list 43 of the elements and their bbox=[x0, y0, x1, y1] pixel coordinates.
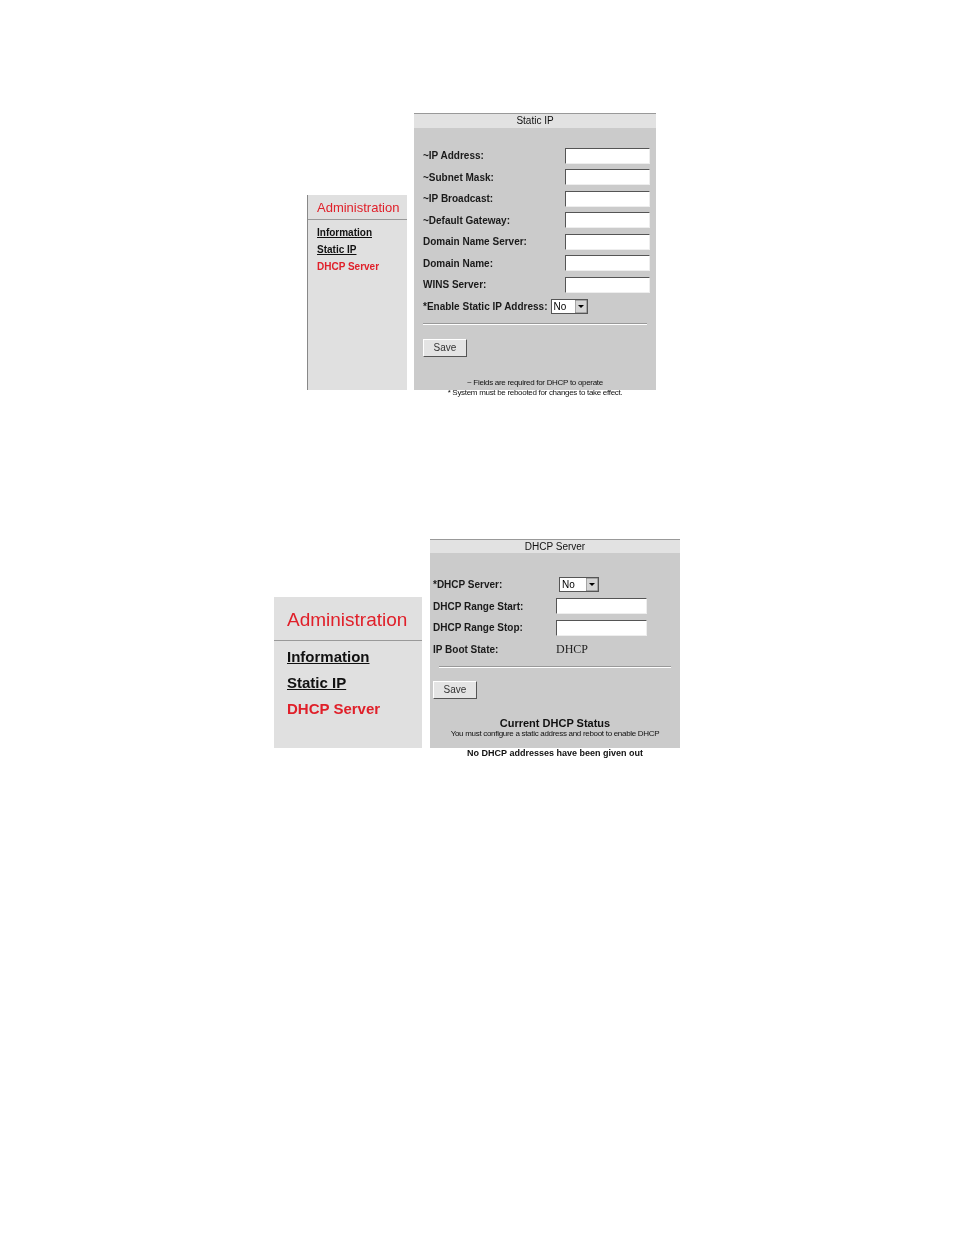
field-label: DHCP Range Stop: bbox=[433, 621, 524, 636]
sidebar-link[interactable]: Static IP bbox=[274, 670, 422, 696]
field-label: IP Boot State: bbox=[433, 642, 500, 657]
field-label: ~Subnet Mask: bbox=[423, 170, 495, 185]
note-text: No DHCP addresses have been given out bbox=[467, 748, 643, 759]
text-field[interactable] bbox=[565, 276, 650, 293]
status-heading: Current DHCP Status bbox=[499, 717, 611, 729]
text-field[interactable] bbox=[565, 190, 650, 207]
sidebar-link[interactable]: Information bbox=[308, 224, 407, 241]
field-label: ~IP Broadcast: bbox=[423, 192, 495, 207]
dropdown-arrow-icon[interactable] bbox=[586, 578, 598, 592]
field-label: Domain Name: bbox=[423, 256, 494, 271]
dropdown[interactable]: No bbox=[559, 577, 599, 593]
save-button[interactable]: Save bbox=[423, 338, 467, 357]
panel-title: Static IP bbox=[414, 114, 656, 128]
sidebar-link[interactable]: DHCP Server bbox=[274, 696, 422, 722]
field-value: DHCP bbox=[556, 641, 588, 659]
dropdown-arrow-icon[interactable] bbox=[574, 299, 587, 313]
field-label: ~Default Gateway: bbox=[423, 213, 511, 228]
text-field[interactable] bbox=[556, 619, 647, 636]
field-label: WINS Server: bbox=[423, 278, 488, 293]
sidebar-title: Administration bbox=[274, 597, 422, 641]
field-label: *Enable Static IP Address: bbox=[423, 299, 548, 314]
sidebar-link[interactable]: DHCP Server bbox=[308, 258, 407, 275]
sidebar-link[interactable]: Static IP bbox=[308, 241, 407, 258]
field-label: DHCP Range Start: bbox=[433, 599, 525, 614]
field-label: *DHCP Server: bbox=[433, 578, 504, 593]
note-text: ~ Fields are required for DHCP to operate bbox=[467, 378, 603, 388]
text-field[interactable] bbox=[565, 169, 650, 186]
sidebar-title: Administration bbox=[308, 195, 407, 220]
note-text: * System must be rebooted for changes to take effect. bbox=[447, 388, 623, 398]
dropdown[interactable]: No bbox=[550, 298, 588, 314]
text-field[interactable] bbox=[556, 598, 647, 615]
field-label: Domain Name Server: bbox=[423, 235, 528, 250]
text-field[interactable] bbox=[565, 233, 650, 250]
text-field[interactable] bbox=[565, 212, 650, 229]
panel-title: DHCP Server bbox=[430, 540, 680, 553]
field-label: ~IP Address: bbox=[423, 149, 485, 164]
sidebar-link[interactable]: Information bbox=[274, 644, 422, 670]
text-field[interactable] bbox=[565, 147, 650, 164]
text-field[interactable] bbox=[565, 255, 650, 272]
note-text: You must configure a static address and reboot to enable DHCP bbox=[450, 729, 660, 739]
save-button[interactable]: Save bbox=[433, 680, 477, 699]
